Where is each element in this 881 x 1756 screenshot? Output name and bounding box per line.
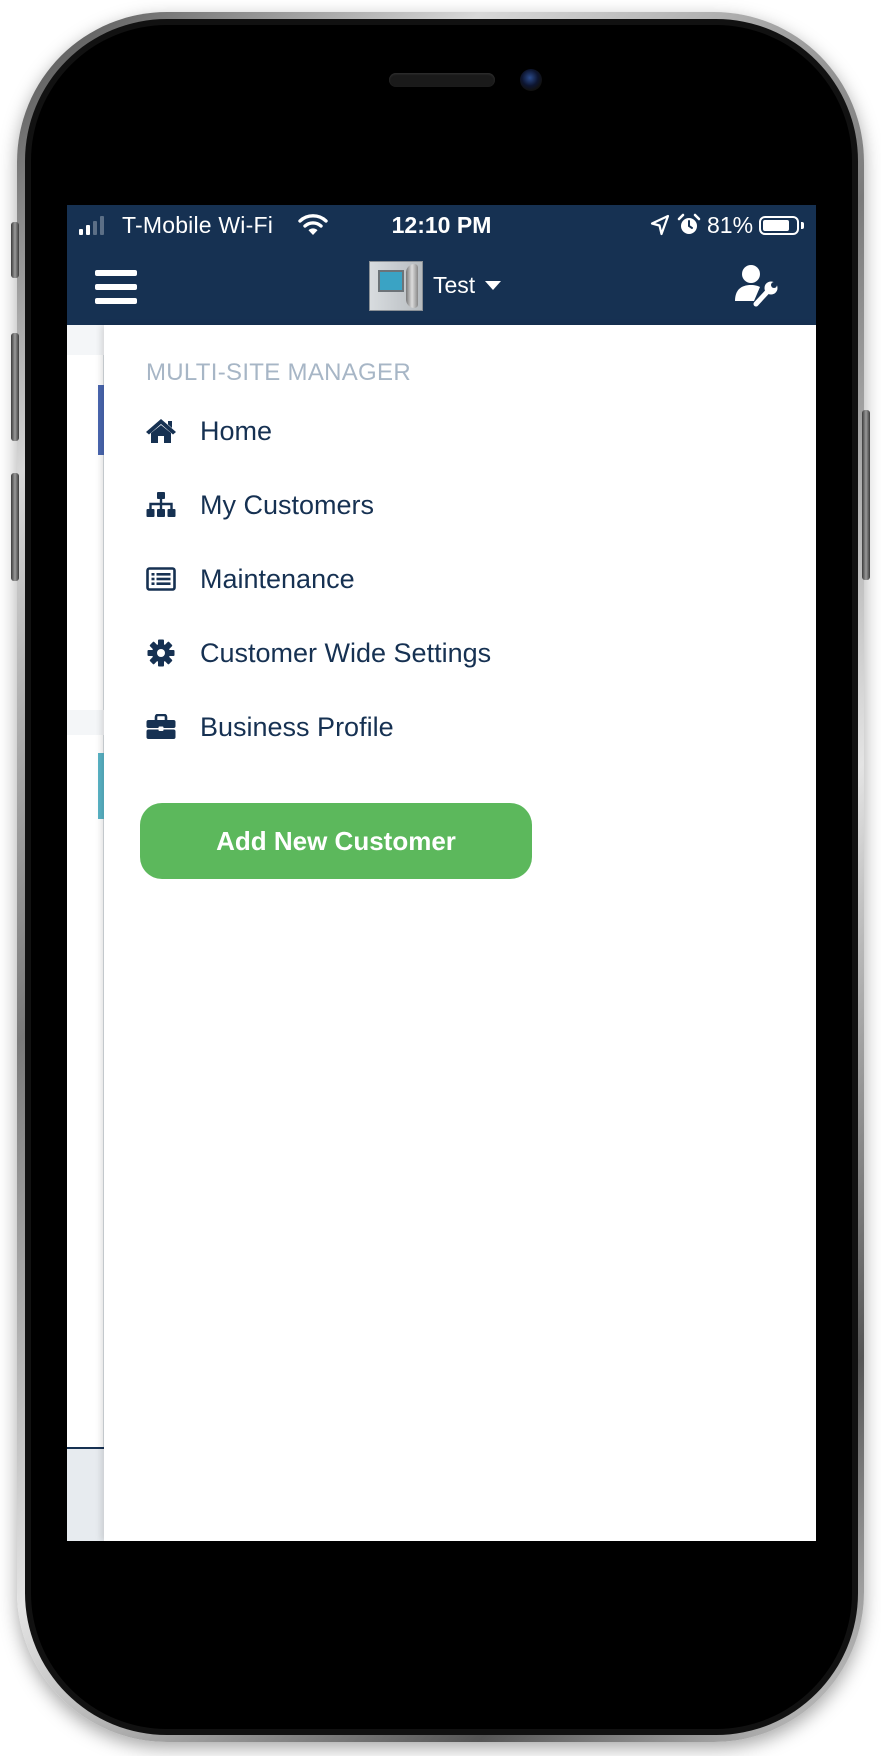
menu-item-label: Home: [200, 415, 273, 446]
menu-item-my-customers[interactable]: My Customers: [144, 477, 764, 533]
alarm-clock-icon: [677, 213, 701, 243]
device-mockup: T-Mobile Wi-Fi 12:10 PM 81% Test MULTI-S…: [0, 0, 881, 1756]
drawer-section-title: MULTI-SITE MANAGER: [146, 359, 411, 386]
earpiece-speaker: [389, 73, 495, 87]
menu-item-label: Business Profile: [200, 711, 394, 742]
battery-icon: [759, 216, 799, 235]
site-device-thumbnail: [369, 261, 423, 311]
site-name: Test: [433, 271, 476, 298]
battery-percentage: 81%: [707, 212, 754, 238]
briefcase-icon: [144, 710, 178, 744]
status-time: 12:10 PM: [391, 212, 492, 238]
volume-up-button: [11, 333, 19, 441]
user-wrench-icon[interactable]: [734, 263, 780, 314]
app-header: Test: [67, 247, 816, 325]
silent-switch: [11, 222, 19, 278]
power-button: [862, 410, 870, 580]
list-alt-icon: [144, 562, 178, 596]
caret-down-icon: [485, 280, 502, 290]
menu-item-customer-wide-settings[interactable]: Customer Wide Settings: [144, 625, 764, 681]
menu-item-home[interactable]: Home: [144, 403, 764, 459]
battery-fill: [763, 220, 789, 231]
menu-item-label: My Customers: [200, 489, 375, 520]
location-arrow-icon: [650, 214, 670, 242]
front-camera: [520, 69, 542, 91]
home-icon: [144, 414, 178, 448]
add-new-customer-button[interactable]: Add New Customer: [140, 803, 532, 879]
navigation-drawer: MULTI-SITE MANAGER Home My Customers Mai…: [104, 325, 816, 1541]
hamburger-menu-icon[interactable]: [95, 270, 137, 304]
sitemap-icon: [144, 488, 178, 522]
app-screen: T-Mobile Wi-Fi 12:10 PM 81% Test MULTI-S…: [67, 205, 816, 1541]
volume-down-button: [11, 473, 19, 581]
main-content-behind-drawer: [67, 325, 107, 1541]
menu-item-business-profile[interactable]: Business Profile: [144, 699, 764, 755]
menu-item-label: Maintenance: [200, 563, 355, 594]
status-bar: T-Mobile Wi-Fi 12:10 PM 81%: [67, 205, 816, 247]
site-selector[interactable]: Test: [433, 267, 502, 303]
gear-icon: [144, 636, 178, 670]
battery-tip: [801, 222, 804, 229]
menu-item-label: Customer Wide Settings: [200, 637, 492, 668]
menu-item-maintenance[interactable]: Maintenance: [144, 551, 764, 607]
